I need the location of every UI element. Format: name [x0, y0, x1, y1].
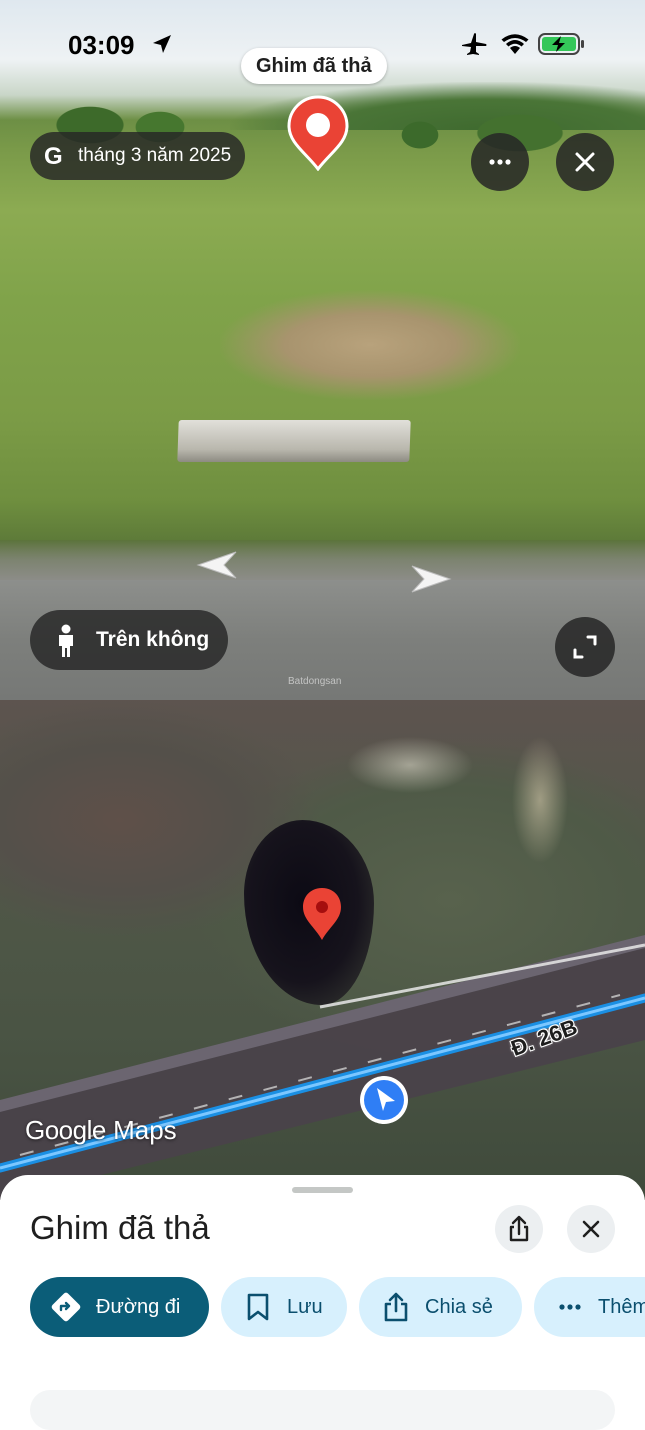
expand-fullscreen-button[interactable] — [555, 617, 615, 677]
more-actions-label: Thêm — [598, 1296, 645, 1318]
save-label: Lưu — [287, 1296, 323, 1318]
close-icon — [582, 1220, 600, 1238]
close-sheet-button[interactable] — [567, 1205, 615, 1253]
more-horizontal-icon — [559, 1304, 581, 1310]
navigate-forward-arrow-icon[interactable] — [410, 562, 458, 596]
expand-icon — [573, 635, 597, 659]
share-label: Chia sẻ — [425, 1296, 493, 1318]
dropped-pin-label: Ghim đã thả — [241, 48, 387, 84]
share-icon — [509, 1215, 529, 1242]
pin-marker-icon — [287, 95, 349, 171]
road-edge-scenery — [0, 540, 645, 580]
next-card-placeholder — [30, 1390, 615, 1430]
sheet-drag-handle[interactable] — [292, 1187, 353, 1193]
navigate-back-arrow-icon[interactable] — [190, 548, 238, 582]
imagery-date-label: tháng 3 năm 2025 — [78, 145, 232, 166]
imagery-date-chip[interactable]: G tháng 3 năm 2025 — [30, 132, 245, 180]
share-icon — [384, 1292, 408, 1322]
google-maps-logo: Google Maps — [25, 1115, 177, 1146]
more-options-button[interactable] — [471, 133, 529, 191]
dirt-patch-scenery — [220, 290, 520, 400]
more-actions-button[interactable]: Thêm — [534, 1277, 645, 1337]
share-icon-button[interactable] — [495, 1205, 543, 1253]
battery-charging-icon — [538, 33, 584, 55]
directions-button[interactable]: Đường đi — [30, 1277, 209, 1337]
bookmark-icon — [247, 1293, 269, 1321]
google-logo-text: Google — [25, 1115, 106, 1145]
directions-icon — [51, 1292, 81, 1322]
map-pin-icon[interactable] — [302, 887, 342, 941]
place-bottom-sheet[interactable]: Ghim đã thả Đường đi Lưu Chia sẻ Thêm — [0, 1175, 645, 1430]
close-street-view-button[interactable] — [556, 133, 614, 191]
maps-logo-text: Maps — [113, 1115, 177, 1145]
current-location-marker-icon — [360, 1076, 408, 1124]
aerial-view-label: Trên không — [96, 628, 210, 651]
close-icon — [575, 152, 595, 172]
location-arrow-icon — [153, 35, 171, 53]
save-button[interactable]: Lưu — [221, 1277, 347, 1337]
watermark-text: Batdongsan — [288, 676, 342, 687]
wifi-icon — [501, 34, 529, 54]
pegman-person-icon — [59, 624, 73, 657]
aerial-view-button[interactable]: Trên không — [30, 610, 228, 670]
sheet-title: Ghim đã thả — [30, 1209, 210, 1246]
airplane-mode-icon — [462, 33, 487, 55]
share-button[interactable]: Chia sẻ — [359, 1277, 522, 1337]
more-horizontal-icon — [489, 159, 511, 165]
directions-label: Đường đi — [96, 1296, 181, 1318]
google-g-icon: G — [44, 143, 63, 170]
status-time: 03:09 — [68, 30, 135, 60]
concrete-slab-scenery — [177, 420, 411, 462]
